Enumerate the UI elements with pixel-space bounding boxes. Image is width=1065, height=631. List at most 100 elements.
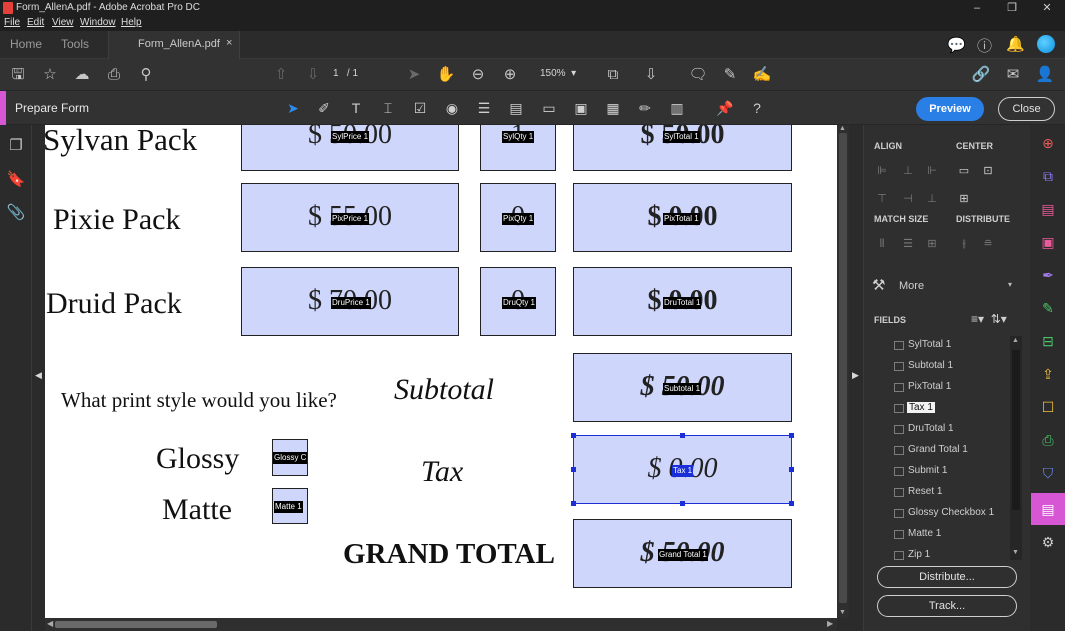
- highlight-pen-icon[interactable]: ✎: [719, 64, 741, 86]
- notification-bell-icon[interactable]: 🔔: [1006, 35, 1025, 53]
- page-thumbnails-icon[interactable]: ❐: [6, 136, 26, 156]
- center-both-icon[interactable]: ⊞: [956, 192, 972, 206]
- close-form-button[interactable]: Close: [998, 97, 1055, 121]
- resize-handle[interactable]: [789, 467, 794, 472]
- print-production-icon[interactable]: ⎙: [1038, 430, 1058, 450]
- protect-shield-icon[interactable]: ⛉: [1038, 463, 1058, 483]
- restore-button[interactable]: ❐: [995, 0, 1029, 16]
- menu-help[interactable]: Help: [121, 17, 142, 28]
- distribute-vertical-icon[interactable]: ≘: [980, 237, 996, 251]
- match-both-icon[interactable]: ⊞: [924, 237, 940, 251]
- scroll-mode-icon[interactable]: ⇩: [640, 64, 662, 86]
- save-icon[interactable]: 🖫: [7, 64, 29, 86]
- field-syl-total[interactable]: $ 50.00 SylTotal 1: [573, 125, 792, 171]
- field-pix-price[interactable]: $ 55.00 PixPrice 1: [241, 183, 459, 252]
- resize-handle[interactable]: [571, 433, 576, 438]
- select-object-icon[interactable]: ➤: [282, 97, 304, 119]
- field-list-item-selected[interactable]: Tax 1: [894, 400, 1004, 418]
- link-share-icon[interactable]: 🔗: [970, 64, 992, 86]
- tab-close-icon[interactable]: ×: [226, 37, 232, 49]
- user-avatar[interactable]: [1037, 35, 1055, 53]
- scan-ocr-icon[interactable]: ⊟: [1038, 331, 1058, 351]
- match-width-icon[interactable]: ⫴: [874, 237, 890, 251]
- scroll-up-icon[interactable]: ▲: [839, 125, 846, 132]
- resize-handle[interactable]: [789, 433, 794, 438]
- organize-pages-icon[interactable]: ▤: [1038, 199, 1058, 219]
- text-field-icon[interactable]: T: [345, 97, 367, 119]
- field-list-item[interactable]: Zip 1: [894, 547, 1004, 560]
- fields-scroll-thumb[interactable]: [1012, 350, 1020, 510]
- select-cursor-icon[interactable]: ➤: [403, 64, 425, 86]
- page-indicator[interactable]: 1 / 1: [333, 68, 358, 79]
- tab-tools[interactable]: Tools: [61, 37, 89, 51]
- fields-sort-icons[interactable]: ≡▾ ⇅▾: [971, 312, 1007, 326]
- menu-file[interactable]: File: [4, 17, 20, 28]
- align-center-h-icon[interactable]: ⊥: [900, 164, 916, 178]
- print-icon[interactable]: ⎙: [103, 64, 125, 86]
- right-panel-toggle[interactable]: ▶: [849, 125, 863, 631]
- attachments-icon[interactable]: 📎: [6, 203, 26, 223]
- sign-icon[interactable]: ✍: [751, 64, 773, 86]
- distribute-button[interactable]: Distribute...: [877, 566, 1017, 588]
- text-box-icon[interactable]: ⌶: [377, 97, 399, 119]
- scroll-up-icon[interactable]: ▲: [1012, 337, 1019, 344]
- tab-home[interactable]: Home: [10, 37, 42, 51]
- date-field-icon[interactable]: ▦: [602, 97, 624, 119]
- menu-view[interactable]: View: [52, 17, 74, 28]
- close-window-button[interactable]: ✕: [1030, 0, 1064, 16]
- scroll-right-icon[interactable]: ▶: [827, 619, 833, 628]
- field-dru-qty[interactable]: 0 DruQty 1: [480, 267, 556, 336]
- bookmarks-icon[interactable]: 🔖: [6, 170, 26, 190]
- pin-icon[interactable]: 📌: [714, 97, 736, 119]
- field-list-item[interactable]: Glossy Checkbox 1: [894, 505, 1004, 523]
- field-list-item[interactable]: Matte 1: [894, 526, 1004, 544]
- center-vertical-icon[interactable]: ⊡: [980, 164, 996, 178]
- edit-fields-icon[interactable]: ✐: [313, 97, 335, 119]
- field-syl-price[interactable]: $ 50.00 SylPrice 1: [241, 125, 459, 171]
- help-icon[interactable]: ⓘ: [977, 35, 992, 56]
- comment-bubble-icon[interactable]: 💬: [947, 36, 966, 54]
- signature-field-icon[interactable]: ✏: [634, 97, 656, 119]
- scroll-down-icon[interactable]: ▼: [1012, 549, 1019, 556]
- field-list-item[interactable]: Grand Total 1: [894, 442, 1004, 460]
- export-pdf-icon[interactable]: ▣: [1038, 232, 1058, 252]
- create-pdf-icon[interactable]: ⊕: [1038, 133, 1058, 153]
- checkbox-tool-icon[interactable]: ☑: [409, 97, 431, 119]
- field-list-item[interactable]: PixTotal 1: [894, 379, 1004, 397]
- field-grand-total[interactable]: $ 50.00 Grand Total 1: [573, 519, 792, 588]
- glossy-checkbox[interactable]: Glossy Cl: [272, 439, 308, 476]
- align-middle-icon[interactable]: ⊣: [900, 192, 916, 206]
- scroll-down-icon[interactable]: ▼: [839, 609, 846, 616]
- resize-handle[interactable]: [680, 501, 685, 506]
- scroll-thumb[interactable]: [839, 133, 847, 603]
- send-review-icon[interactable]: ⇪: [1038, 364, 1058, 384]
- menu-edit[interactable]: Edit: [27, 17, 44, 28]
- resize-handle[interactable]: [680, 433, 685, 438]
- track-button[interactable]: Track...: [877, 595, 1017, 617]
- zoom-out-icon[interactable]: ⊖: [467, 64, 489, 86]
- more-dropdown[interactable]: ⚒ More ▾: [872, 276, 1022, 296]
- fill-sign-icon[interactable]: ✒: [1038, 265, 1058, 285]
- resize-handle[interactable]: [571, 467, 576, 472]
- distribute-horizontal-icon[interactable]: ⫲: [956, 237, 972, 251]
- comment-tool-icon[interactable]: ☐: [1038, 397, 1058, 417]
- comment-icon[interactable]: 🗨: [687, 64, 709, 86]
- preview-button[interactable]: Preview: [916, 97, 984, 121]
- more-tools-icon[interactable]: ⚙: [1038, 532, 1058, 552]
- edit-pdf-icon[interactable]: ✎: [1038, 298, 1058, 318]
- align-bottom-icon[interactable]: ⊥: [924, 192, 940, 206]
- field-dru-total[interactable]: $ 0.00 DruTotal 1: [573, 267, 792, 336]
- field-list-item[interactable]: SylTotal 1: [894, 337, 1004, 355]
- mail-icon[interactable]: ✉: [1002, 64, 1024, 86]
- align-right-icon[interactable]: ⊩: [924, 164, 940, 178]
- match-height-icon[interactable]: ☰: [900, 237, 916, 251]
- left-panel-toggle[interactable]: ◀: [32, 125, 45, 631]
- help-circle-icon[interactable]: ?: [746, 97, 768, 119]
- zoom-select[interactable]: 150% ▾: [540, 68, 576, 79]
- h-scroll-thumb[interactable]: [55, 621, 217, 628]
- add-user-icon[interactable]: 👤: [1034, 64, 1056, 86]
- barcode-icon[interactable]: ▥: [666, 97, 688, 119]
- image-field-icon[interactable]: ▣: [570, 97, 592, 119]
- field-dru-price[interactable]: $ 70.00 DruPrice 1: [241, 267, 459, 336]
- field-tax[interactable]: $ 0.00 Tax 1: [573, 435, 792, 504]
